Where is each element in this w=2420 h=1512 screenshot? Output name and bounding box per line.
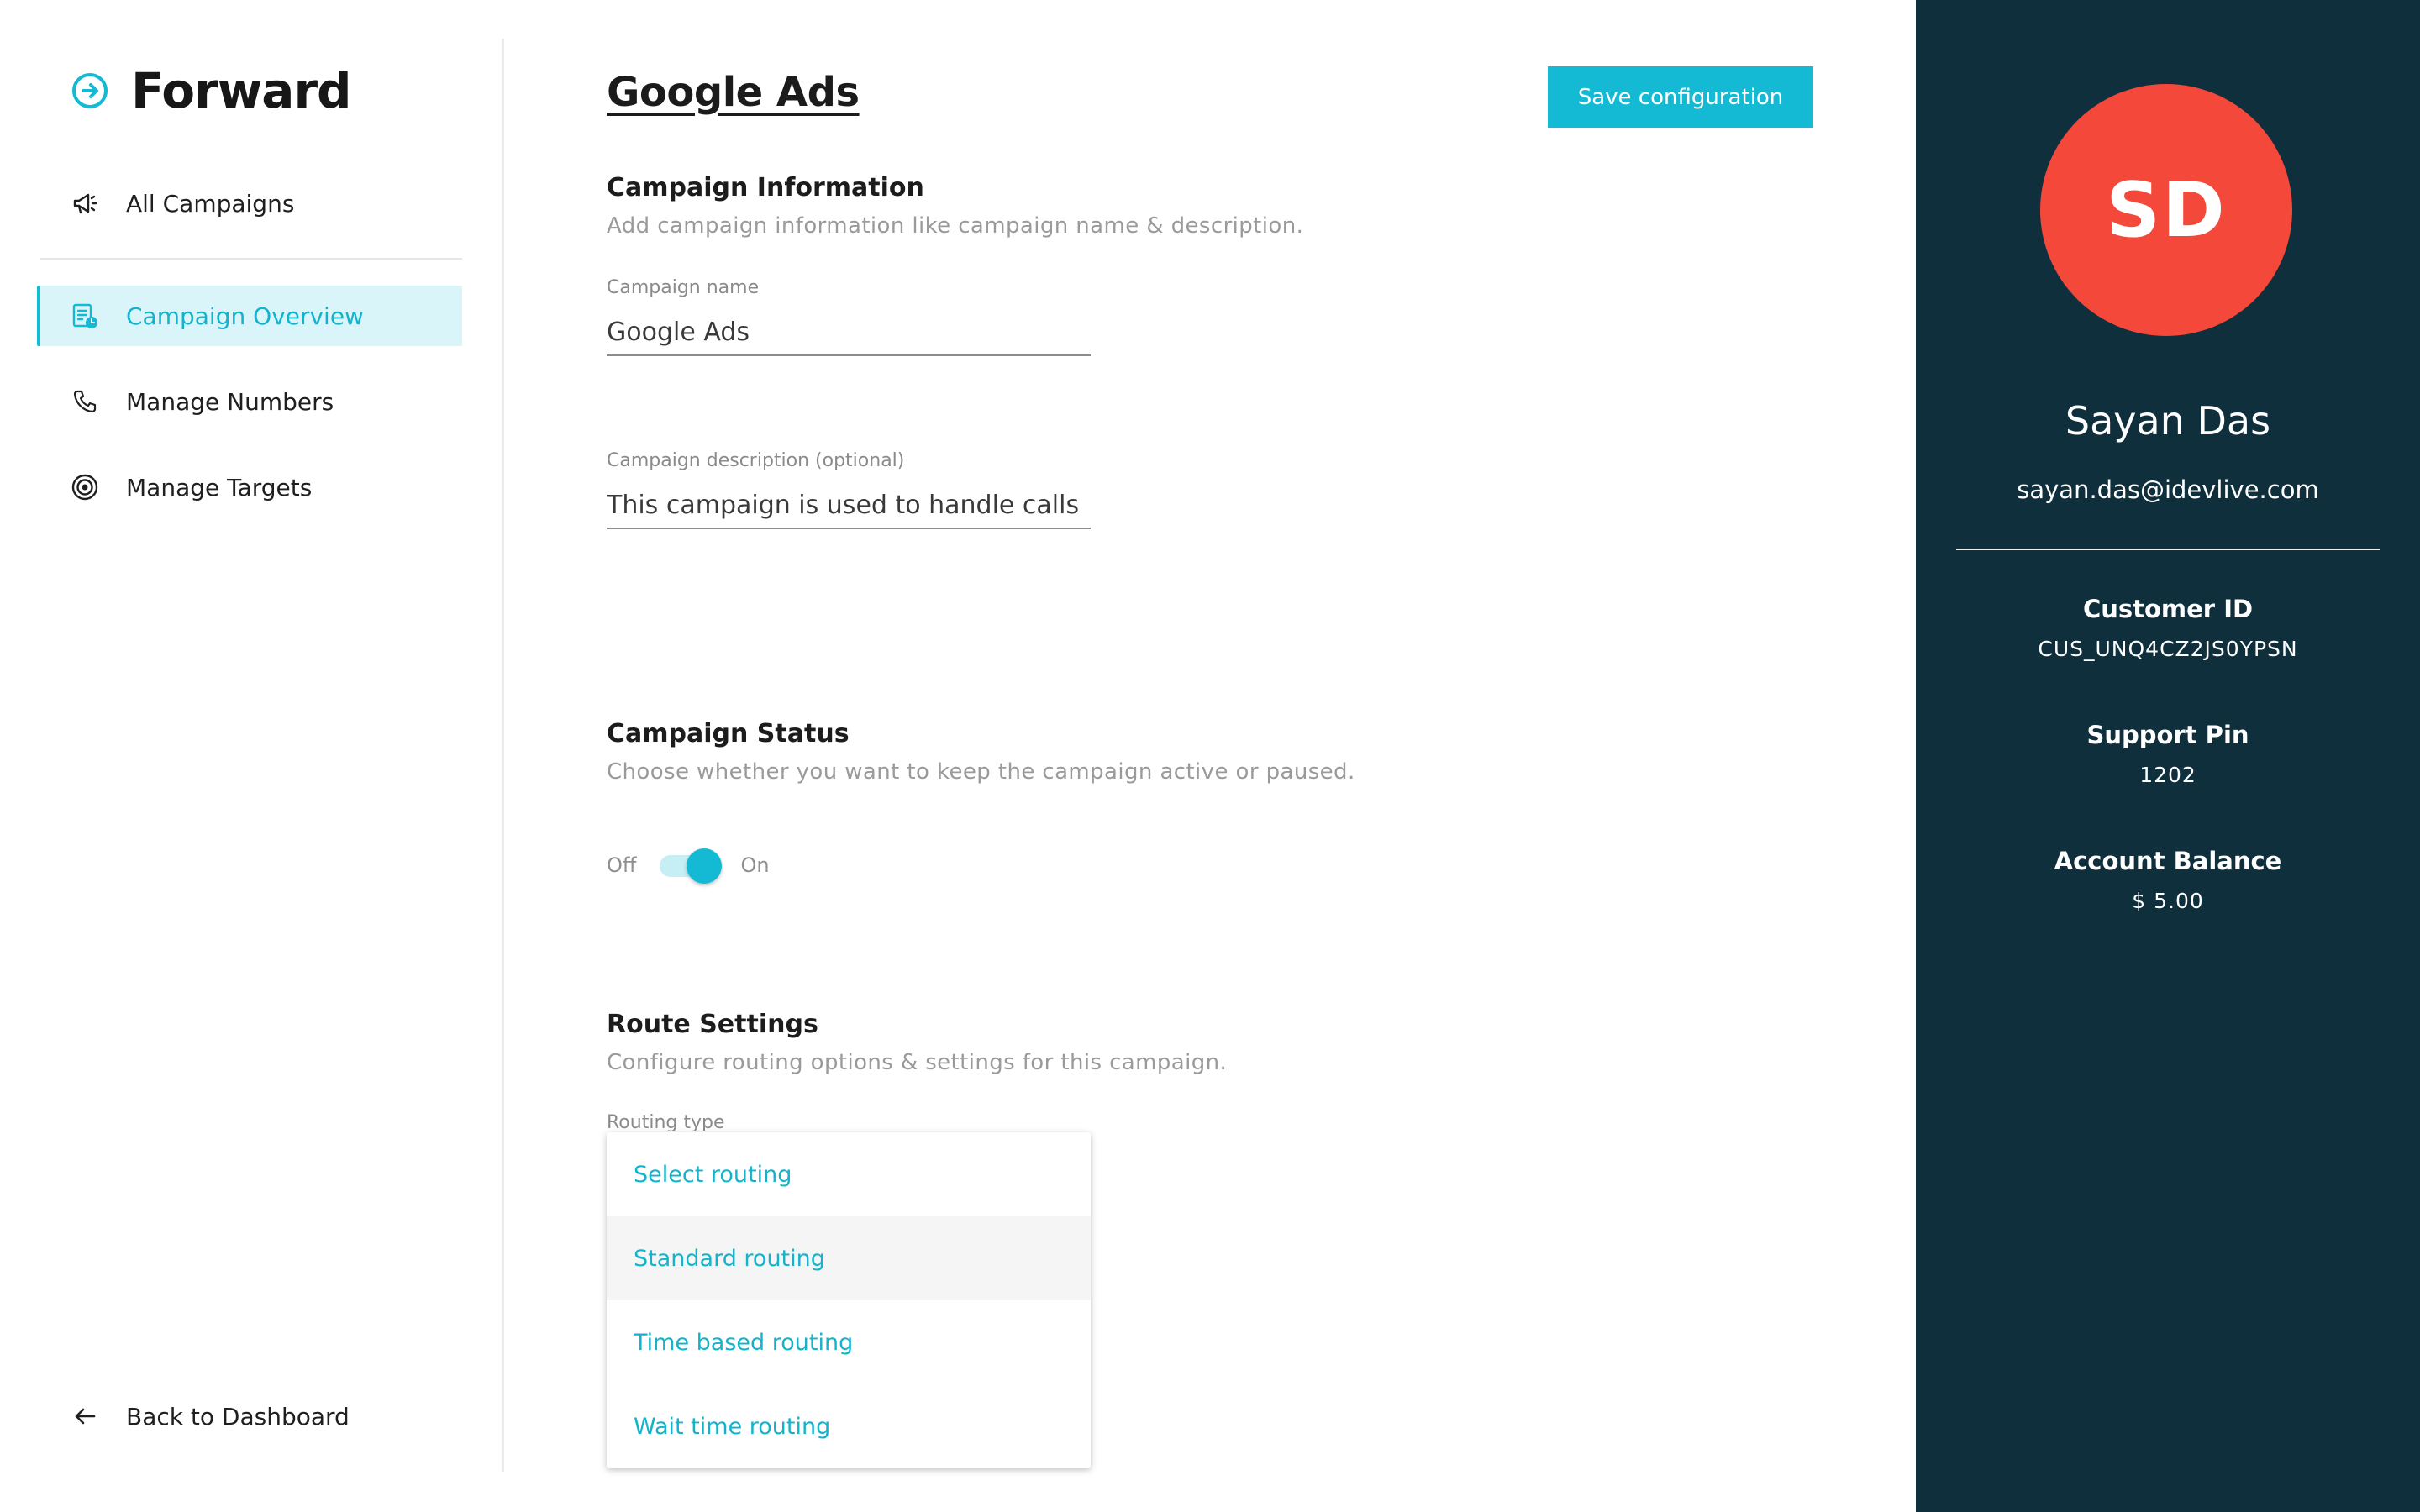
profile-panel: SD Sayan Das sayan.das@idevlive.com Cust… [1916,0,2420,1512]
account-balance-label: Account Balance [2054,847,2282,875]
toggle-off-label: Off [607,853,637,877]
sidebar-item-manage-numbers[interactable]: Manage Numbers [37,371,462,432]
sidebar-item-label: Manage Targets [126,473,313,501]
route-settings-subtitle: Configure routing options & settings for… [607,1050,1228,1075]
main-content: Google Ads Save configuration Campaign I… [607,0,1817,1512]
campaign-overview-icon [71,302,99,330]
profile-name: Sayan Das [2065,398,2271,444]
campaign-info-title: Campaign Information [607,173,924,202]
support-pin-value: 1202 [2139,763,2196,787]
sidebar-item-campaign-overview[interactable]: Campaign Overview [37,286,462,346]
routing-option-wait-time[interactable]: Wait time routing [607,1384,1091,1468]
profile-email: sayan.das@idevlive.com [2017,475,2319,504]
routing-type-label: Routing type [607,1112,725,1131]
campaign-status-toggle[interactable] [656,848,723,884]
campaign-status-title: Campaign Status [607,719,850,748]
sidebar-item-all-campaigns[interactable]: All Campaigns [37,173,462,234]
routing-option-select[interactable]: Select routing [607,1132,1091,1216]
profile-divider [1956,549,2380,550]
sidebar-item-label: Campaign Overview [126,302,364,330]
page-title: Google Ads [607,69,860,116]
sidebar-divider [40,258,462,260]
support-pin-label: Support Pin [2086,721,2249,749]
back-to-dashboard-link[interactable]: Back to Dashboard [37,1386,462,1446]
campaign-info-subtitle: Add campaign information like campaign n… [607,213,1304,239]
route-settings-title: Route Settings [607,1010,818,1039]
target-icon [71,473,99,501]
account-balance-value: $ 5.00 [2132,889,2204,913]
megaphone-icon [71,189,99,218]
save-configuration-button[interactable]: Save configuration [1548,66,1813,128]
customer-id-value: CUS_UNQ4CZ2JS0YPSN [2038,637,2298,661]
campaign-description-label: Campaign description (optional) [607,450,905,471]
back-to-dashboard-label: Back to Dashboard [126,1402,350,1431]
campaign-description-input[interactable] [607,482,1091,529]
campaign-name-input[interactable] [607,309,1091,356]
customer-id-label: Customer ID [2082,595,2254,623]
sidebar-item-label: All Campaigns [126,189,295,218]
routing-type-dropdown-menu: Select routing Standard routing Time bas… [607,1132,1091,1468]
campaign-name-label: Campaign name [607,277,760,298]
toggle-on-label: On [740,853,770,877]
forward-arrow-icon [71,71,109,110]
toggle-knob[interactable] [687,848,723,884]
avatar[interactable]: SD [2040,84,2292,336]
sidebar: Forward All Campaigns Campaign Overview [0,0,504,1512]
sidebar-item-label: Manage Numbers [126,387,334,416]
campaign-status-toggle-row: Off On [607,848,770,884]
arrow-left-icon [71,1402,99,1431]
sidebar-item-manage-targets[interactable]: Manage Targets [37,457,462,517]
campaign-status-subtitle: Choose whether you want to keep the camp… [607,759,1355,785]
sidebar-border [502,39,504,1472]
app-name: Forward [131,62,352,119]
routing-option-standard[interactable]: Standard routing [607,1216,1091,1300]
phone-icon [71,387,99,416]
app-logo[interactable]: Forward [71,62,352,119]
routing-option-time-based[interactable]: Time based routing [607,1300,1091,1384]
